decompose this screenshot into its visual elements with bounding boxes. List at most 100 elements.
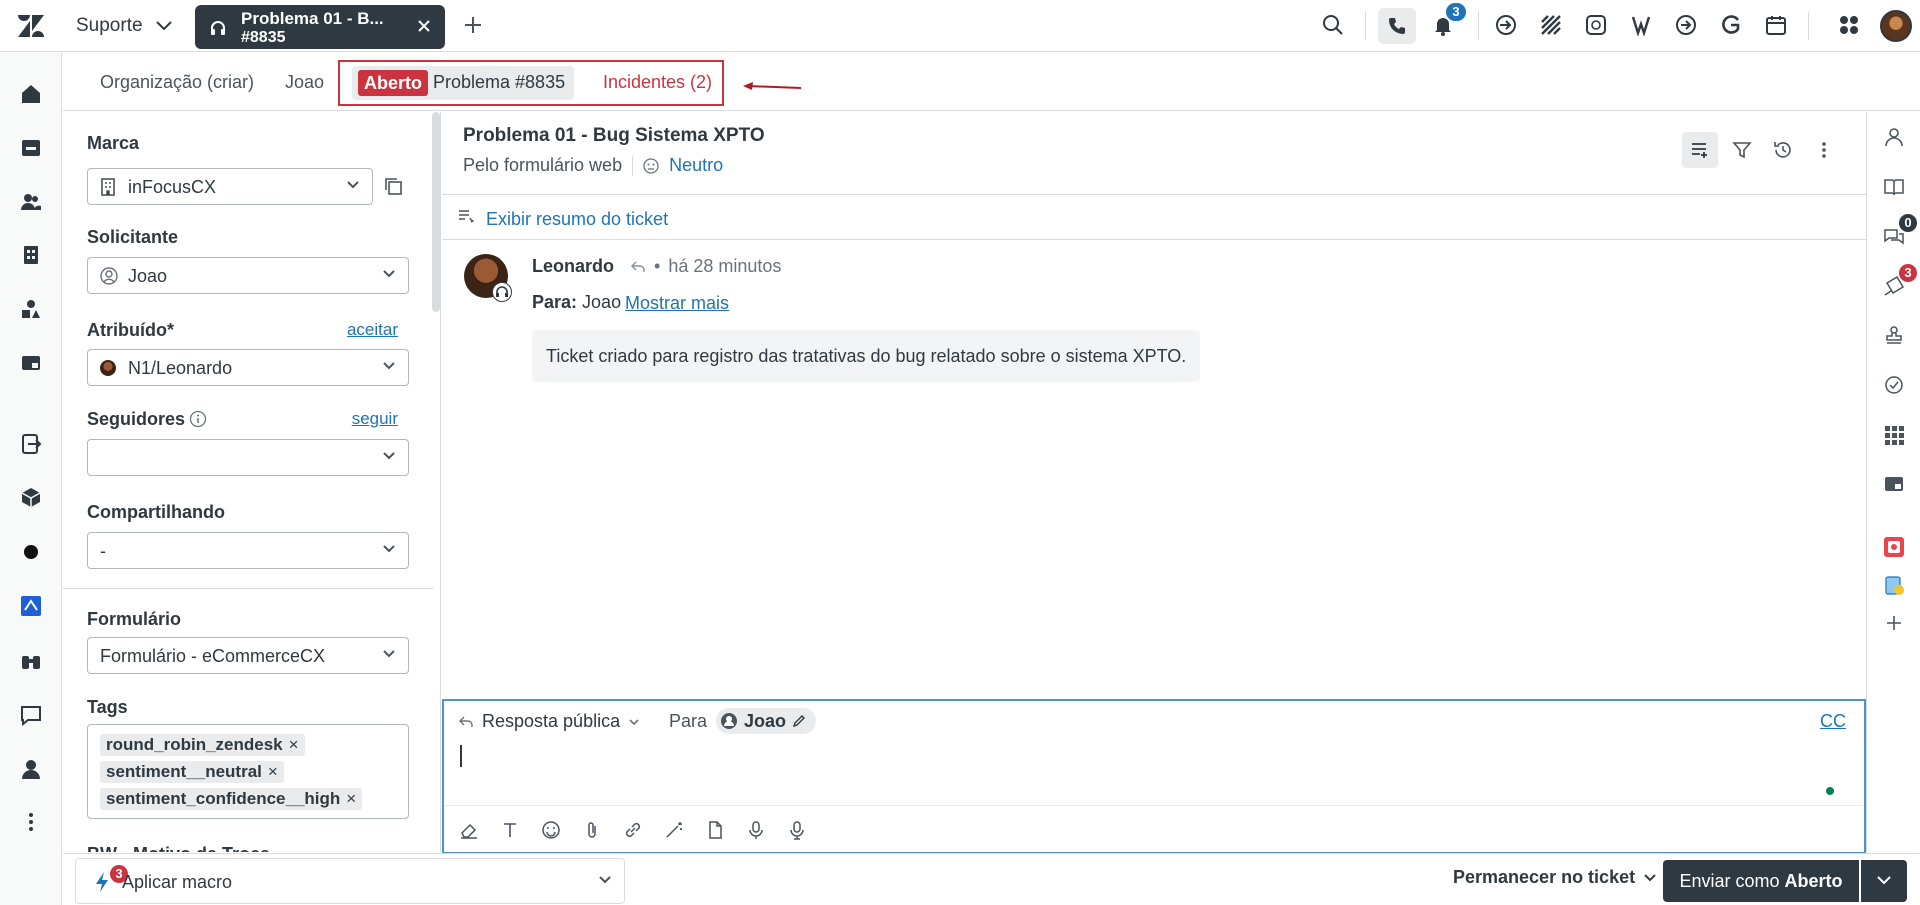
forward-app-icon[interactable] [1675, 14, 1697, 36]
whatsapp-icon[interactable] [1585, 14, 1607, 36]
breadcrumb-organization[interactable]: Organização (criar) [100, 72, 254, 93]
eraser-icon[interactable] [458, 819, 480, 841]
transfer-app-icon[interactable] [20, 433, 42, 455]
inbox-app-icon[interactable] [1883, 473, 1905, 495]
views-icon[interactable] [20, 137, 42, 159]
inbox-app-icon[interactable] [20, 352, 42, 374]
calendar-icon[interactable] [1765, 14, 1787, 36]
tag-chip[interactable]: sentiment__neutral × [100, 761, 284, 783]
chat-icon[interactable] [20, 704, 42, 726]
box-app-icon[interactable] [20, 486, 42, 508]
phone-button[interactable] [1378, 8, 1416, 44]
tags-input[interactable]: round_robin_zendesk × sentiment__neutral ×… [87, 724, 409, 819]
more-vertical-icon[interactable] [1814, 140, 1834, 160]
apps-grid-icon[interactable] [1883, 424, 1905, 446]
divider [632, 155, 634, 176]
submit-prefix: Enviar como [1679, 871, 1780, 891]
show-more-link[interactable]: Mostrar mais [625, 293, 729, 314]
sentiment-link[interactable]: Neutro [669, 155, 723, 176]
requester-select[interactable]: Joao [87, 257, 409, 294]
requester-label: Solicitante [87, 227, 179, 247]
filter-icon[interactable] [1732, 140, 1752, 160]
sharing-select[interactable]: - [87, 532, 409, 569]
user-avatar[interactable] [1880, 10, 1912, 42]
ticket-tab[interactable]: Problema 01 - B... #8835 [195, 5, 445, 49]
voice-note-icon[interactable] [786, 819, 808, 841]
tag-chip[interactable]: round_robin_zendesk × [100, 734, 305, 756]
submit-status: Aberto [1784, 871, 1843, 891]
shapes-icon[interactable] [20, 298, 42, 320]
more-vertical-icon[interactable] [20, 811, 42, 833]
breadcrumb-requester[interactable]: Joao [285, 72, 324, 93]
clipboard-app-icon[interactable] [1883, 574, 1905, 596]
brand-select[interactable]: inFocusCX [87, 168, 373, 205]
pencil-icon[interactable] [792, 714, 806, 728]
knowledge-book-icon[interactable] [1883, 176, 1905, 198]
zendesk-products-icon[interactable] [1838, 14, 1860, 36]
agent-icon[interactable] [20, 758, 42, 780]
reply-composer[interactable]: Resposta pública Para Joao CC [442, 699, 1866, 854]
breadcrumb-incidents[interactable]: Incidentes (2) [603, 72, 712, 93]
apps-rail: 0 3 [1866, 112, 1920, 852]
to-value: Joao [582, 292, 622, 312]
history-icon[interactable] [1773, 140, 1793, 160]
ticket-tab-number: #8835 [241, 29, 286, 46]
accept-link[interactable]: aceitar [347, 320, 398, 340]
workspace-switcher[interactable]: Suporte [76, 12, 173, 40]
scrollbar[interactable] [432, 112, 440, 312]
composer-toggle-button[interactable] [1682, 132, 1718, 168]
text-format-icon[interactable] [499, 819, 521, 841]
magic-wand-icon[interactable] [663, 819, 685, 841]
stamp-icon[interactable] [1883, 324, 1905, 346]
check-circle-icon[interactable] [1883, 374, 1905, 396]
grid-app-icon[interactable] [1540, 14, 1562, 36]
search-icon[interactable] [1322, 14, 1344, 36]
microphone-icon[interactable] [745, 819, 767, 841]
show-summary-link[interactable]: Exibir resumo do ticket [486, 209, 668, 230]
top-bar: Suporte Problema 01 - B... #8835 3 [0, 0, 1920, 52]
form-select[interactable]: Formulário - eCommerceCX [87, 637, 409, 674]
close-icon[interactable]: × [268, 762, 278, 781]
recipient-chip[interactable]: Joao [716, 708, 817, 734]
info-icon[interactable] [189, 410, 207, 428]
attachment-icon[interactable] [581, 819, 603, 841]
link-icon[interactable] [622, 819, 644, 841]
apply-macro-select[interactable]: 3 Aplicar macro [75, 858, 625, 904]
close-icon[interactable]: × [346, 789, 356, 808]
add-tab-button[interactable] [462, 14, 484, 36]
document-icon[interactable] [704, 819, 726, 841]
followers-select[interactable] [87, 439, 409, 476]
user-icon[interactable] [1883, 126, 1905, 148]
dot-app-icon[interactable] [20, 541, 42, 563]
emoji-icon[interactable] [540, 819, 562, 841]
home-icon[interactable] [20, 83, 42, 105]
followers-label: Seguidores [87, 409, 186, 429]
binoculars-icon[interactable] [20, 650, 42, 672]
reply-type-select[interactable]: Resposta pública [458, 711, 640, 732]
to-label: Para [669, 711, 708, 731]
divider [1808, 12, 1809, 40]
ticket-subject[interactable]: Problema 01 - Bug Sistema XPTO [463, 125, 765, 147]
red-app-icon[interactable] [1883, 536, 1905, 558]
close-icon[interactable] [417, 19, 431, 33]
assignee-select[interactable]: N1/Leonardo [87, 349, 409, 386]
app-sign-in-icon[interactable] [1495, 14, 1517, 36]
message-author[interactable]: Leonardo [532, 256, 614, 277]
copy-icon[interactable] [383, 176, 403, 196]
customers-icon[interactable] [20, 191, 42, 213]
w-app-icon[interactable] [1630, 14, 1652, 36]
blue-app-icon[interactable] [20, 595, 42, 617]
submit-button[interactable]: Enviar como Aberto [1663, 860, 1859, 902]
breadcrumb-ticket-label[interactable]: Problema #8835 [433, 72, 565, 93]
tag-chip[interactable]: sentiment_confidence__high × [100, 788, 363, 810]
add-app-icon[interactable] [1883, 612, 1905, 634]
g-app-icon[interactable] [1720, 14, 1742, 36]
submit-options-button[interactable] [1861, 860, 1907, 902]
close-icon[interactable]: × [289, 735, 299, 754]
stay-on-ticket-select[interactable]: Permanecer no ticket [1453, 867, 1657, 888]
cc-link[interactable]: CC [1820, 711, 1846, 732]
organizations-icon[interactable] [20, 244, 42, 266]
building-icon [100, 178, 116, 196]
zendesk-logo-icon[interactable] [18, 14, 44, 38]
follow-link[interactable]: seguir [352, 409, 398, 429]
